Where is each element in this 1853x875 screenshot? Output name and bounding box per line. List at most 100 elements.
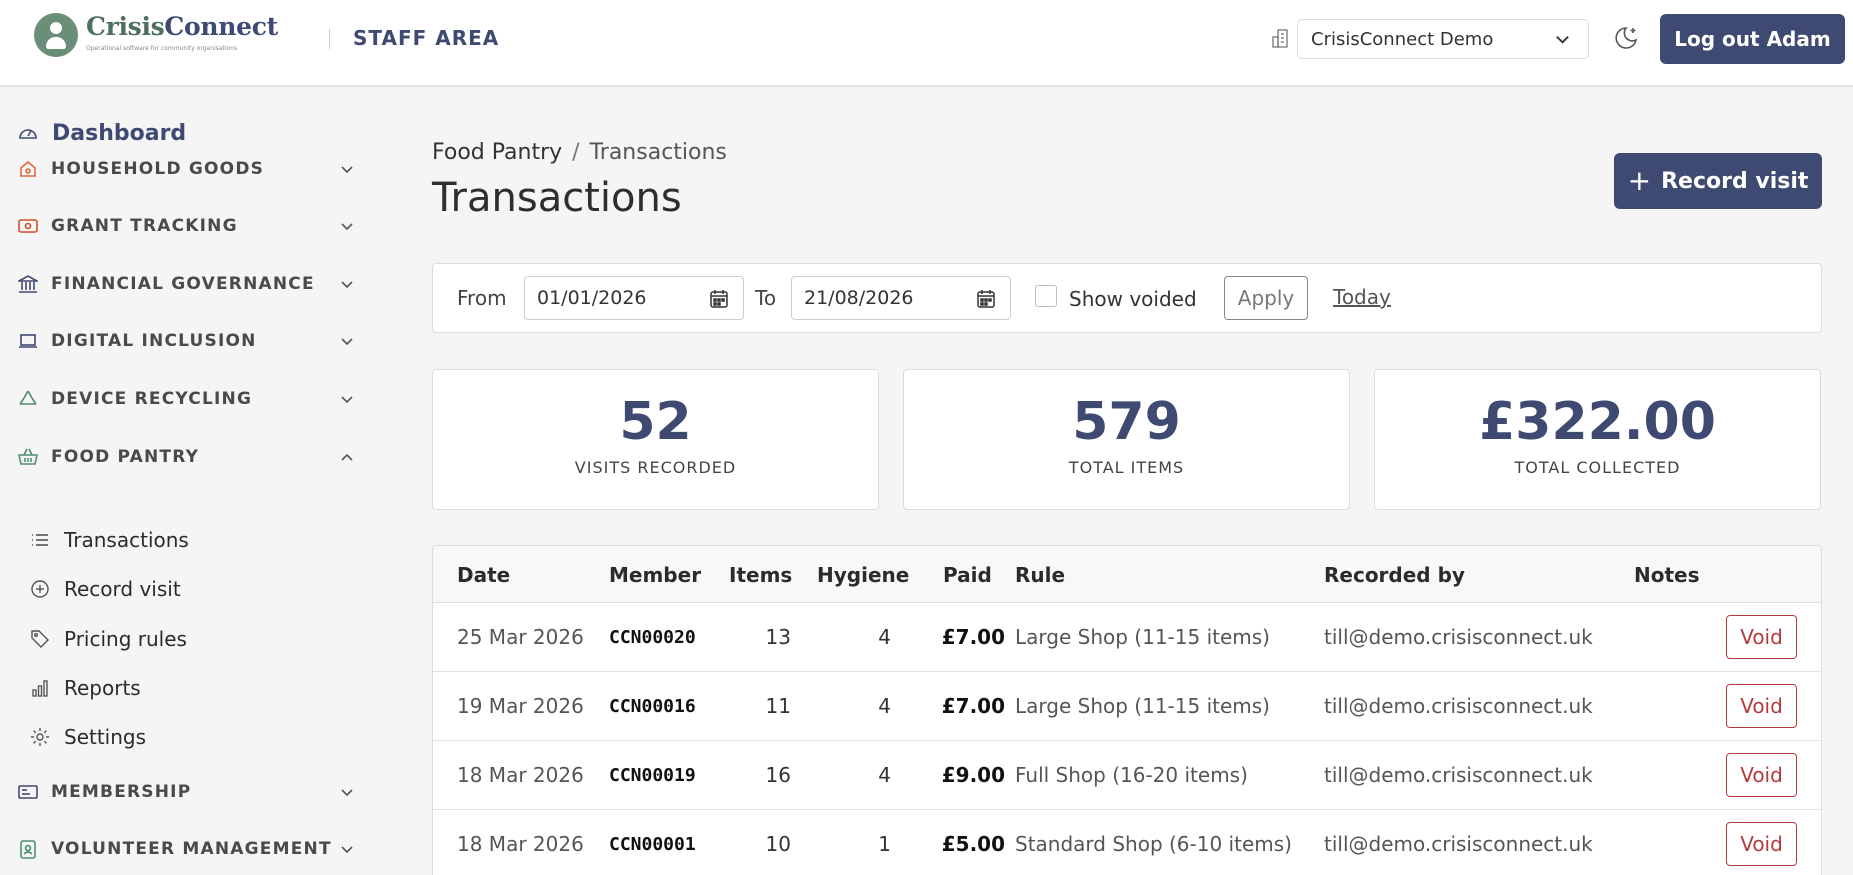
sidebar-section-membership[interactable]: MEMBERSHIP bbox=[18, 777, 354, 807]
cell-date: 19 Mar 2026 bbox=[457, 694, 584, 718]
cell-date: 18 Mar 2026 bbox=[457, 832, 584, 856]
bar-chart-icon bbox=[30, 678, 50, 698]
cell-hygiene: 4 bbox=[878, 694, 891, 718]
calendar-icon[interactable] bbox=[709, 289, 729, 309]
table-row: 25 Mar 2026 CCN00020 13 4 £7.00 Large Sh… bbox=[433, 603, 1821, 672]
sidebar-item-settings[interactable]: Settings bbox=[30, 720, 330, 754]
sidebar-item-reports[interactable]: Reports bbox=[30, 671, 330, 705]
basket-icon bbox=[18, 447, 38, 467]
table-header: Date Member Items Hygiene Paid Rule Reco… bbox=[433, 546, 1821, 603]
from-date-input[interactable]: 01/01/2026 bbox=[524, 276, 744, 320]
sidebar-section-grant-tracking[interactable]: GRANT TRACKING bbox=[18, 211, 354, 241]
area-label: STAFF AREA bbox=[353, 26, 500, 50]
calendar-icon[interactable] bbox=[976, 289, 996, 309]
house-icon bbox=[18, 159, 38, 179]
cell-items: 11 bbox=[765, 694, 791, 718]
chevron-down-icon bbox=[341, 338, 353, 346]
bank-icon bbox=[18, 274, 38, 294]
building-icon bbox=[1272, 29, 1288, 48]
sidebar-section-digital-inclusion[interactable]: DIGITAL INCLUSION bbox=[18, 326, 354, 356]
col-date[interactable]: Date bbox=[457, 563, 510, 587]
cell-member: CCN00019 bbox=[609, 765, 696, 786]
cell-member: CCN00001 bbox=[609, 834, 696, 855]
cell-recorded-by: till@demo.crisisconnect.uk bbox=[1324, 625, 1593, 649]
moon-icon[interactable] bbox=[1612, 24, 1640, 52]
date-filter-bar: From 01/01/2026 To 21/08/2026 Show voide… bbox=[432, 263, 1822, 333]
col-items[interactable]: Items bbox=[729, 563, 792, 587]
apply-button[interactable]: Apply bbox=[1224, 276, 1308, 320]
breadcrumb-current: Transactions bbox=[589, 140, 727, 165]
chevron-down-icon bbox=[341, 166, 353, 174]
cell-items: 16 bbox=[765, 763, 791, 787]
show-voided-checkbox[interactable] bbox=[1035, 285, 1057, 307]
breadcrumb-parent[interactable]: Food Pantry bbox=[432, 140, 562, 165]
cell-recorded-by: till@demo.crisisconnect.uk bbox=[1324, 832, 1593, 856]
sidebar-item-record-visit[interactable]: Record visit bbox=[30, 572, 330, 606]
cell-paid: £5.00 bbox=[941, 832, 1005, 856]
logout-button[interactable]: Log out Adam bbox=[1660, 14, 1845, 64]
chevron-down-icon bbox=[341, 789, 353, 797]
transactions-table: Date Member Items Hygiene Paid Rule Reco… bbox=[432, 545, 1822, 875]
cell-rule: Large Shop (11-15 items) bbox=[1015, 694, 1270, 718]
from-label: From bbox=[457, 286, 507, 310]
void-button[interactable]: Void bbox=[1726, 753, 1797, 797]
sidebar-item-dashboard[interactable]: Dashboard bbox=[18, 121, 186, 146]
stat-value: 52 bbox=[619, 392, 692, 452]
today-link[interactable]: Today bbox=[1333, 285, 1391, 309]
plus-circle-icon bbox=[30, 579, 50, 599]
cell-member: CCN00020 bbox=[609, 627, 696, 648]
record-visit-button[interactable]: + Record visit bbox=[1614, 153, 1822, 209]
sidebar-item-transactions[interactable]: Transactions bbox=[30, 523, 330, 557]
cell-paid: £9.00 bbox=[941, 763, 1005, 787]
header-divider bbox=[329, 29, 330, 49]
to-date-input[interactable]: 21/08/2026 bbox=[791, 276, 1011, 320]
cell-recorded-by: till@demo.crisisconnect.uk bbox=[1324, 694, 1593, 718]
sidebar-section-financial-governance[interactable]: FINANCIAL GOVERNANCE bbox=[18, 269, 354, 299]
cell-rule: Large Shop (11-15 items) bbox=[1015, 625, 1270, 649]
col-member[interactable]: Member bbox=[609, 563, 701, 587]
chevron-up-icon bbox=[341, 453, 353, 461]
cell-recorded-by: till@demo.crisisconnect.uk bbox=[1324, 763, 1593, 787]
tag-icon bbox=[30, 629, 50, 649]
id-card-icon bbox=[18, 782, 38, 802]
col-recorded-by[interactable]: Recorded by bbox=[1324, 563, 1465, 587]
organisation-select[interactable]: CrisisConnect Demo bbox=[1297, 19, 1589, 59]
void-button[interactable]: Void bbox=[1726, 822, 1797, 866]
chevron-down-icon bbox=[341, 396, 353, 404]
void-button[interactable]: Void bbox=[1726, 684, 1797, 728]
stat-label: TOTAL COLLECTED bbox=[1514, 458, 1681, 477]
gear-icon bbox=[30, 727, 50, 747]
sidebar-section-volunteer-management[interactable]: VOLUNTEER MANAGEMENT bbox=[18, 834, 354, 864]
show-voided-label[interactable]: Show voided bbox=[1069, 287, 1197, 311]
sidebar-section-household-goods[interactable]: HOUSEHOLD GOODS bbox=[18, 154, 354, 184]
cell-rule: Standard Shop (6-10 items) bbox=[1015, 832, 1292, 856]
stat-card-visits: 52 VISITS RECORDED bbox=[432, 369, 879, 510]
stat-card-collected: £322.00 TOTAL COLLECTED bbox=[1374, 369, 1821, 510]
col-rule[interactable]: Rule bbox=[1015, 563, 1065, 587]
sidebar-section-food-pantry[interactable]: FOOD PANTRY bbox=[18, 442, 354, 472]
badge-icon bbox=[18, 839, 38, 859]
page-title: Transactions bbox=[432, 175, 682, 221]
chevron-down-icon bbox=[1556, 36, 1569, 44]
cell-date: 25 Mar 2026 bbox=[457, 625, 584, 649]
to-label: To bbox=[755, 286, 777, 310]
sidebar-item-pricing-rules[interactable]: Pricing rules bbox=[30, 622, 330, 656]
col-paid[interactable]: Paid bbox=[943, 563, 992, 587]
cell-hygiene: 4 bbox=[878, 763, 891, 787]
stat-value: £322.00 bbox=[1479, 392, 1716, 452]
cell-items: 13 bbox=[765, 625, 791, 649]
logo-name: CrisisConnect bbox=[86, 12, 278, 41]
cell-hygiene: 1 bbox=[878, 832, 891, 856]
sidebar-section-device-recycling[interactable]: DEVICE RECYCLING bbox=[18, 384, 354, 414]
cell-items: 10 bbox=[765, 832, 791, 856]
cell-paid: £7.00 bbox=[941, 694, 1005, 718]
chevron-down-icon bbox=[341, 846, 353, 854]
void-button[interactable]: Void bbox=[1726, 615, 1797, 659]
col-hygiene[interactable]: Hygiene bbox=[817, 563, 909, 587]
organisation-selected: CrisisConnect Demo bbox=[1311, 28, 1494, 50]
col-notes[interactable]: Notes bbox=[1634, 563, 1700, 587]
logo-tagline: Operational software for community organ… bbox=[86, 45, 238, 52]
table-row: 18 Mar 2026 CCN00019 16 4 £9.00 Full Sho… bbox=[433, 741, 1821, 810]
logo[interactable]: CrisisConnect Operational software for c… bbox=[34, 13, 278, 57]
chevron-down-icon bbox=[341, 223, 353, 231]
